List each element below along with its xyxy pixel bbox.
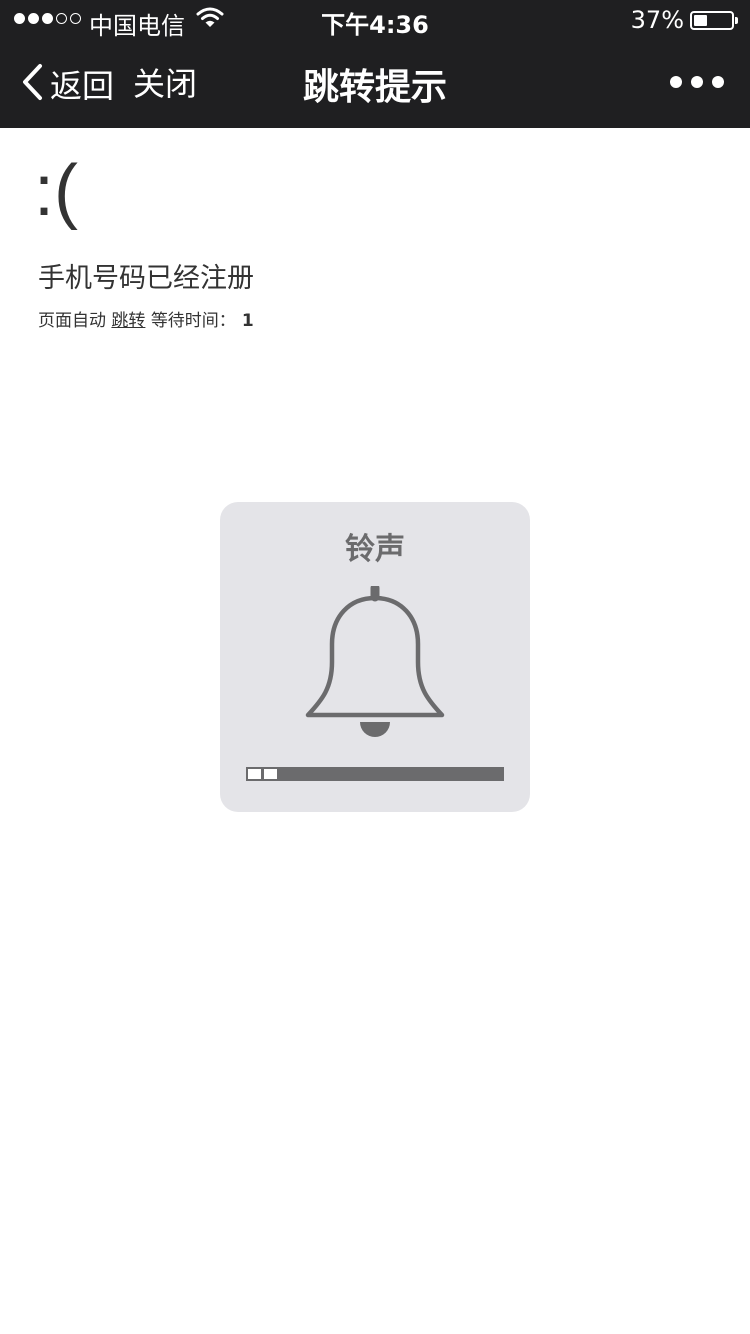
- hud-title: 铃声: [345, 532, 405, 567]
- status-bar: 中国电信 下午4:36 37%: [0, 0, 750, 40]
- wait-time-label: 等待时间：: [150, 311, 236, 331]
- battery-fill: [694, 15, 707, 26]
- error-message: 手机号码已经注册: [38, 263, 254, 294]
- sad-face-emoticon: :(: [34, 151, 78, 231]
- volume-segment: [247, 768, 262, 780]
- more-dot: [691, 76, 703, 88]
- navigation-bar: 返回 关闭 跳转提示: [0, 40, 750, 128]
- battery-percentage: 37%: [630, 6, 684, 34]
- screen: 中国电信 下午4:36 37% 返回 关闭 跳转提示:(手机号码已经注册 页…: [0, 0, 750, 1334]
- more-dot: [670, 76, 682, 88]
- redirect-link[interactable]: 跳转: [111, 311, 145, 331]
- auto-redirect-text: 页面自动: [38, 311, 106, 331]
- redirect-notice: 页面自动 跳转 等待时间： 1: [38, 306, 254, 331]
- volume-segment: [263, 768, 278, 780]
- battery-icon: [690, 11, 738, 30]
- bell-icon: [305, 583, 445, 742]
- wait-countdown: 1: [241, 311, 254, 331]
- more-dot: [712, 76, 724, 88]
- more-options-button[interactable]: [670, 76, 724, 88]
- volume-hud: 铃声: [220, 502, 530, 812]
- volume-level-bar: [246, 767, 504, 781]
- page-title: 跳转提示: [302, 67, 447, 108]
